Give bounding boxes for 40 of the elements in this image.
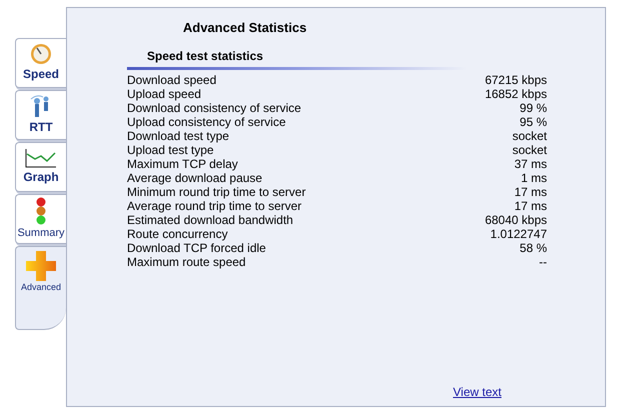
- stat-value: socket: [512, 129, 547, 143]
- stat-label: Download test type: [127, 129, 230, 143]
- sidebar-tab[interactable]: Advanced: [15, 246, 66, 330]
- view-text-link[interactable]: View text: [453, 383, 502, 401]
- gauge-icon: [30, 43, 52, 65]
- stat-label: Download TCP forced idle: [127, 241, 266, 255]
- stat-label: Minimum round trip time to server: [127, 185, 306, 199]
- stat-value: 1 ms: [520, 171, 547, 185]
- stat-value: 1.0122747: [490, 227, 547, 241]
- stat-value: 17 ms: [514, 199, 547, 213]
- sidebar-tab[interactable]: Speed: [15, 38, 66, 88]
- panel-title: Advanced Statistics: [183, 20, 308, 36]
- sidebar-tab[interactable]: RTT: [15, 90, 66, 140]
- stat-value: 67215 kbps: [484, 73, 547, 87]
- stat-label: Upload speed: [127, 87, 202, 101]
- stat-value: 99 %: [520, 101, 547, 115]
- sidebar-tab[interactable]: Graph: [15, 142, 66, 192]
- plus-icon: [26, 251, 56, 281]
- stat-value: socket: [512, 143, 547, 157]
- stat-label: Upload test type: [127, 143, 214, 157]
- stat-value: 58 %: [520, 241, 547, 255]
- stat-value: 95 %: [520, 115, 547, 129]
- stat-value: 16852 kbps: [484, 87, 547, 101]
- sidebar-tab[interactable]: Summary: [15, 194, 66, 244]
- stat-label: Upload consistency of service: [127, 115, 286, 129]
- stat-label: Download speed: [127, 73, 216, 87]
- stat-label: Download consistency of service: [127, 101, 302, 115]
- stat-value: 68040 kbps: [484, 213, 547, 227]
- stat-value: 37 ms: [514, 157, 547, 171]
- stat-value: 17 ms: [514, 185, 547, 199]
- stat-label: Route concurrency: [127, 227, 228, 241]
- stat-label: Maximum TCP delay: [127, 157, 238, 171]
- stat-value: --: [539, 255, 547, 269]
- section-heading: Speed test statistics: [147, 49, 264, 64]
- stat-label: Average round trip time to server: [127, 199, 302, 213]
- stat-label: Estimated download bandwidth: [127, 213, 294, 227]
- stat-label: Average download pause: [127, 171, 262, 185]
- traffic-light-icon: [35, 196, 47, 225]
- stat-label: Maximum route speed: [127, 255, 246, 269]
- line-graph-icon: [25, 148, 57, 168]
